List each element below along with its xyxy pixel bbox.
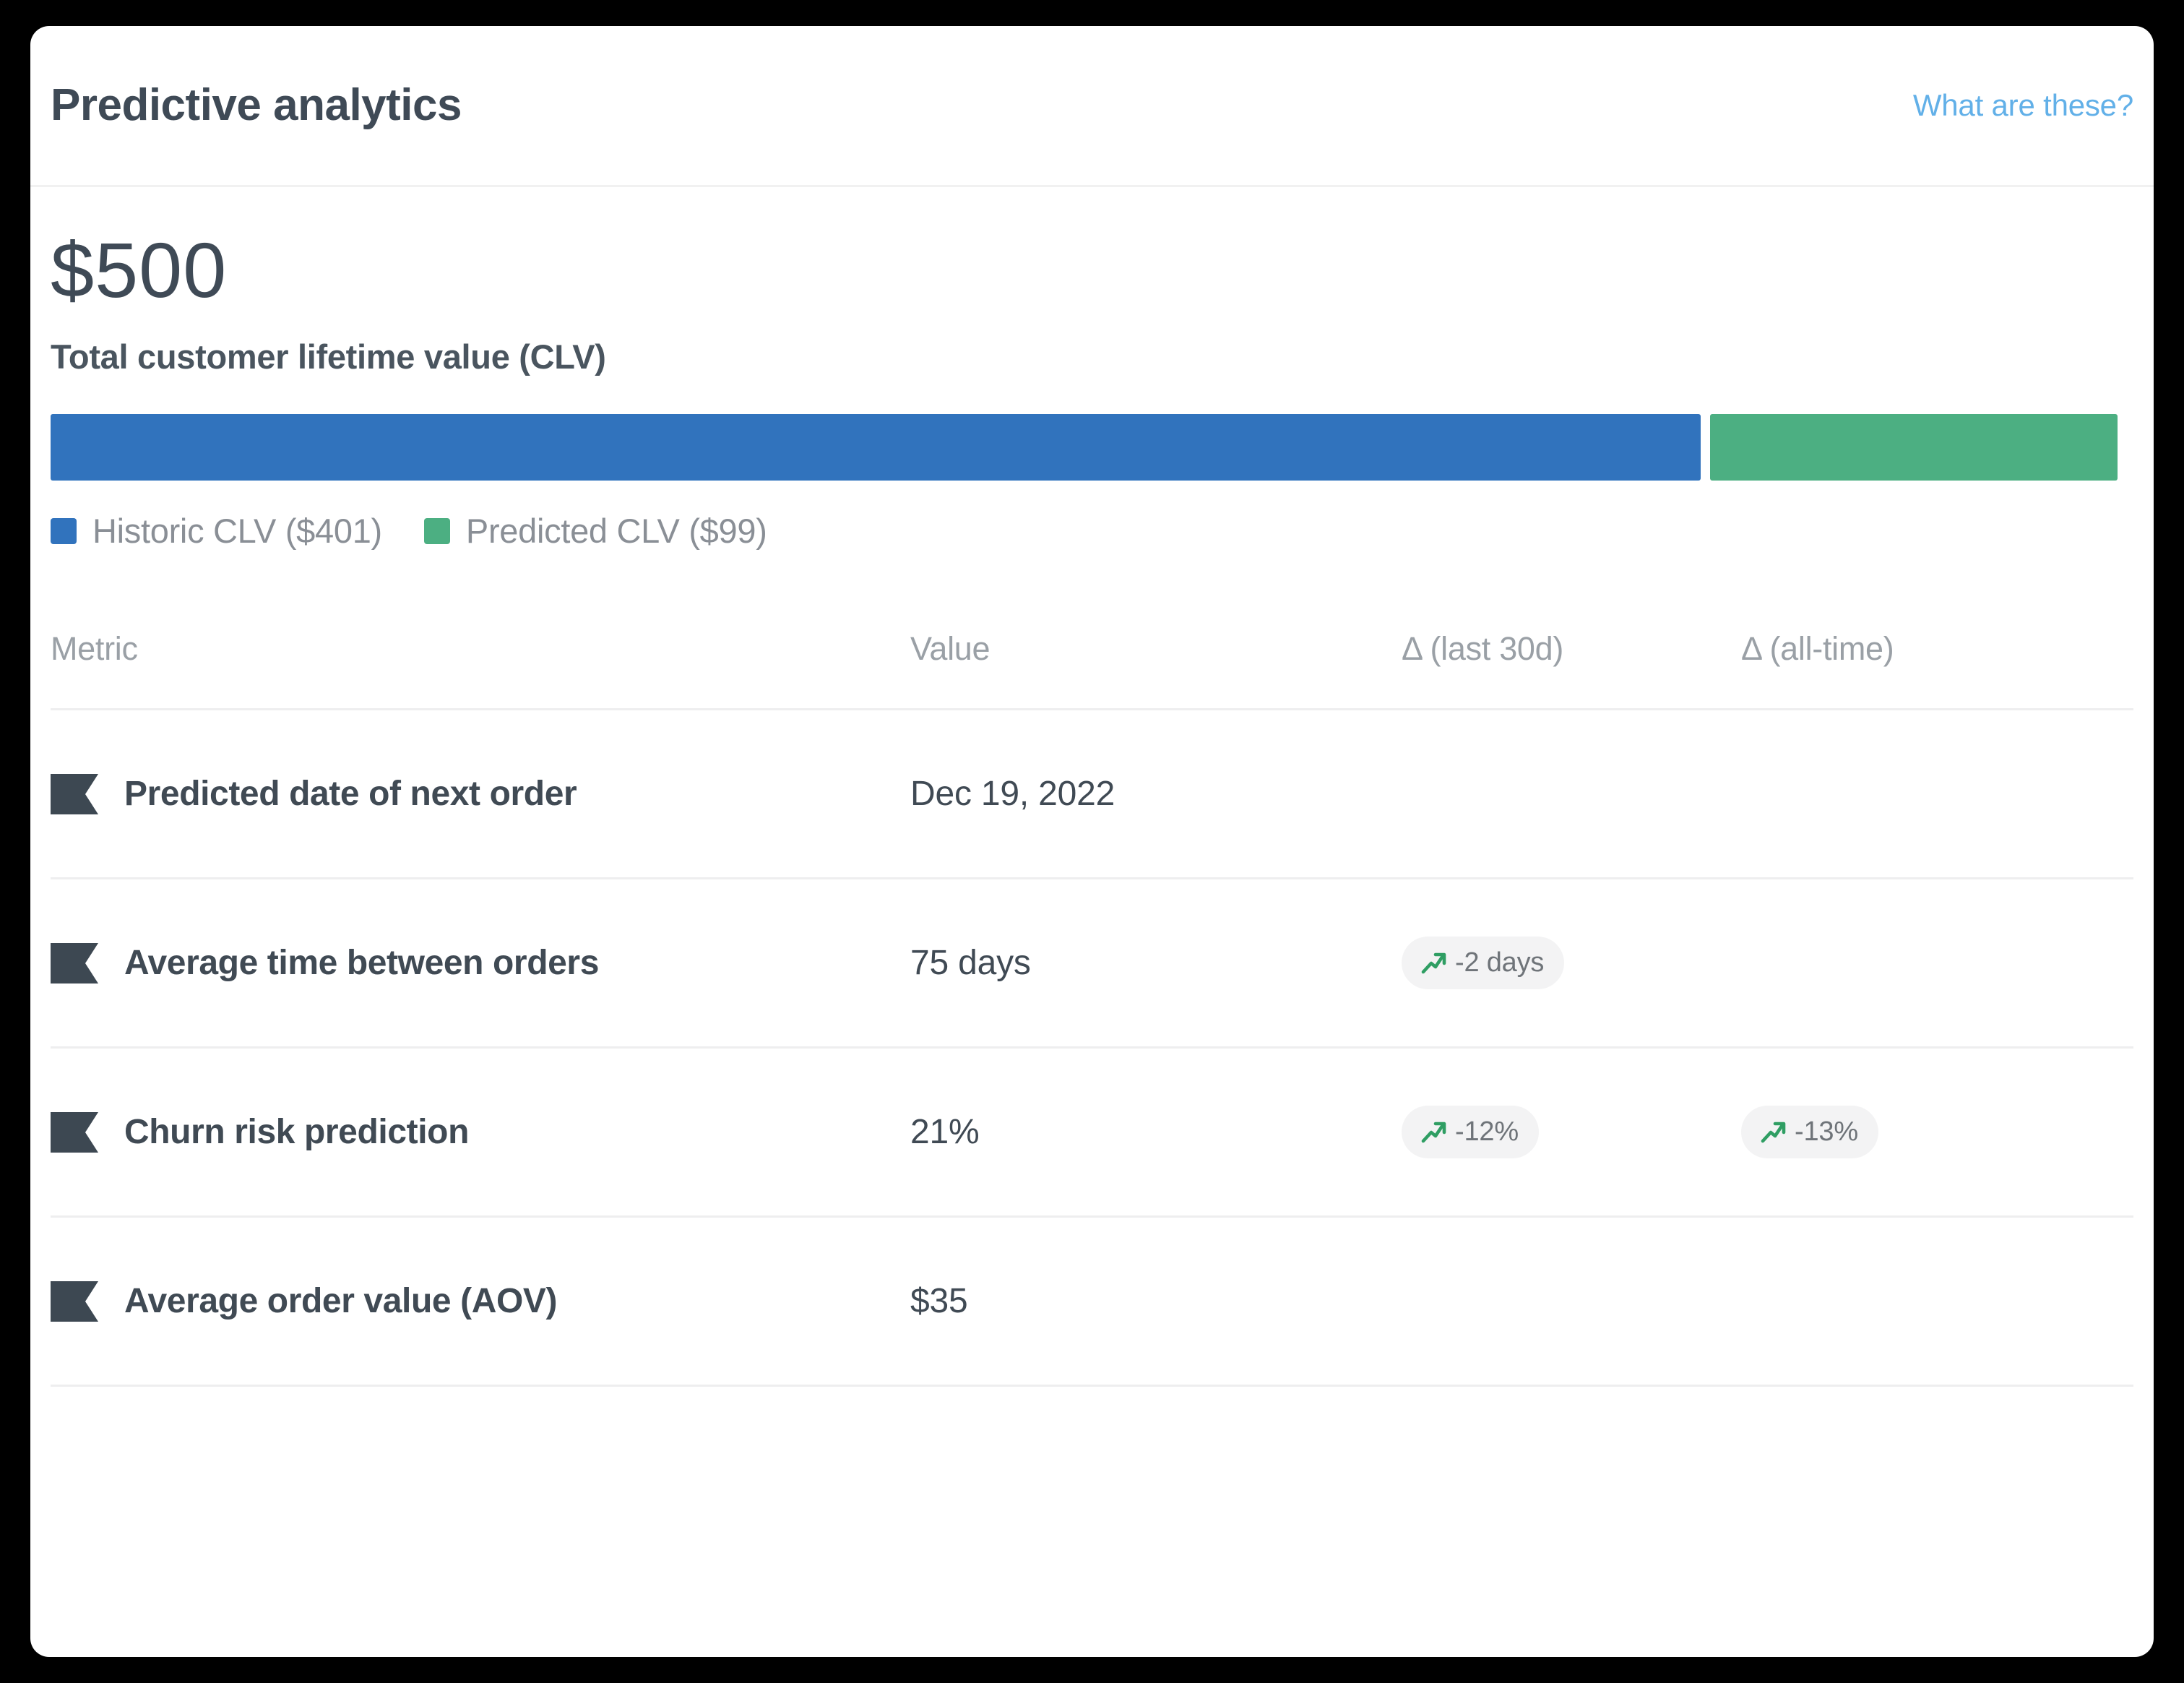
legend-item-historic: Historic CLV ($401) xyxy=(51,511,382,551)
delta-badge-30d: -12% xyxy=(1402,1106,1539,1158)
column-header-value: Value xyxy=(910,630,1402,710)
clv-bar-segment-historic xyxy=(51,414,1701,481)
clv-total-value: $500 xyxy=(51,229,2133,311)
clv-bar-segment-predicted xyxy=(1710,414,2118,481)
what-are-these-link[interactable]: What are these? xyxy=(1913,88,2133,123)
ticket-icon xyxy=(51,943,98,983)
metrics-table: Metric Value Δ (last 30d) Δ (all-time) xyxy=(51,630,2133,1387)
metric-value: 75 days xyxy=(910,944,1031,982)
legend-swatch-historic-icon xyxy=(51,518,77,544)
column-header-metric: Metric xyxy=(51,630,910,710)
trend-up-arrow-icon xyxy=(1419,1118,1448,1147)
screenshot-frame: Predictive analytics What are these? $50… xyxy=(0,0,2184,1683)
card-header: Predictive analytics What are these? xyxy=(30,26,2154,187)
cell-delta-all xyxy=(1741,710,2133,879)
cell-delta-all xyxy=(1741,1217,2133,1386)
clv-legend: Historic CLV ($401) Predicted CLV ($99) xyxy=(51,511,2133,551)
cell-delta-all: -13% xyxy=(1741,1048,2133,1217)
predictive-analytics-card: Predictive analytics What are these? $50… xyxy=(30,26,2154,1657)
legend-label-historic: Historic CLV ($401) xyxy=(92,511,382,551)
table-row[interactable]: Average order value (AOV) $35 xyxy=(51,1217,2133,1386)
cell-delta-30d xyxy=(1402,710,1741,879)
delta-text-30d: -2 days xyxy=(1455,947,1544,978)
metric-label: Average time between orders xyxy=(124,943,599,983)
metric-value: Dec 19, 2022 xyxy=(910,775,1115,813)
delta-badge-30d: -2 days xyxy=(1402,937,1564,989)
cell-delta-30d: -2 days xyxy=(1402,879,1741,1048)
legend-label-predicted: Predicted CLV ($99) xyxy=(466,511,767,551)
cell-metric: Average order value (AOV) xyxy=(51,1217,910,1386)
card-body: $500 Total customer lifetime value (CLV)… xyxy=(30,187,2154,1387)
legend-item-predicted: Predicted CLV ($99) xyxy=(424,511,767,551)
column-header-delta-30d: Δ (last 30d) xyxy=(1402,630,1741,710)
cell-value: 21% xyxy=(910,1048,1402,1217)
ticket-icon xyxy=(51,1112,98,1153)
metric-label: Average order value (AOV) xyxy=(124,1281,557,1321)
delta-badge-all-time: -13% xyxy=(1741,1106,1878,1158)
table-header-row: Metric Value Δ (last 30d) Δ (all-time) xyxy=(51,630,2133,710)
page-title: Predictive analytics xyxy=(51,83,462,128)
metric-label: Predicted date of next order xyxy=(124,774,577,814)
trend-up-arrow-icon xyxy=(1758,1118,1787,1147)
table-row[interactable]: Churn risk prediction 21% xyxy=(51,1048,2133,1217)
metric-value: 21% xyxy=(910,1113,979,1151)
cell-value: 75 days xyxy=(910,879,1402,1048)
column-header-delta-all: Δ (all-time) xyxy=(1741,630,2133,710)
delta-text-all-time: -13% xyxy=(1795,1116,1858,1148)
cell-value: $35 xyxy=(910,1217,1402,1386)
table-row[interactable]: Predicted date of next order Dec 19, 202… xyxy=(51,710,2133,879)
trend-up-arrow-icon xyxy=(1419,949,1448,978)
ticket-icon xyxy=(51,774,98,814)
metric-value: $35 xyxy=(910,1282,968,1320)
cell-metric: Predicted date of next order xyxy=(51,710,910,879)
cell-delta-30d xyxy=(1402,1217,1741,1386)
ticket-icon xyxy=(51,1281,98,1322)
metric-label: Churn risk prediction xyxy=(124,1112,469,1152)
legend-swatch-predicted-icon xyxy=(424,518,450,544)
cell-delta-30d: -12% xyxy=(1402,1048,1741,1217)
cell-metric: Churn risk prediction xyxy=(51,1048,910,1217)
delta-text-30d: -12% xyxy=(1455,1116,1519,1148)
cell-metric: Average time between orders xyxy=(51,879,910,1048)
cell-delta-all xyxy=(1741,879,2133,1048)
clv-caption: Total customer lifetime value (CLV) xyxy=(51,337,2133,376)
table-row[interactable]: Average time between orders 75 days xyxy=(51,879,2133,1048)
cell-value: Dec 19, 2022 xyxy=(910,710,1402,879)
clv-stacked-bar xyxy=(51,414,2118,481)
